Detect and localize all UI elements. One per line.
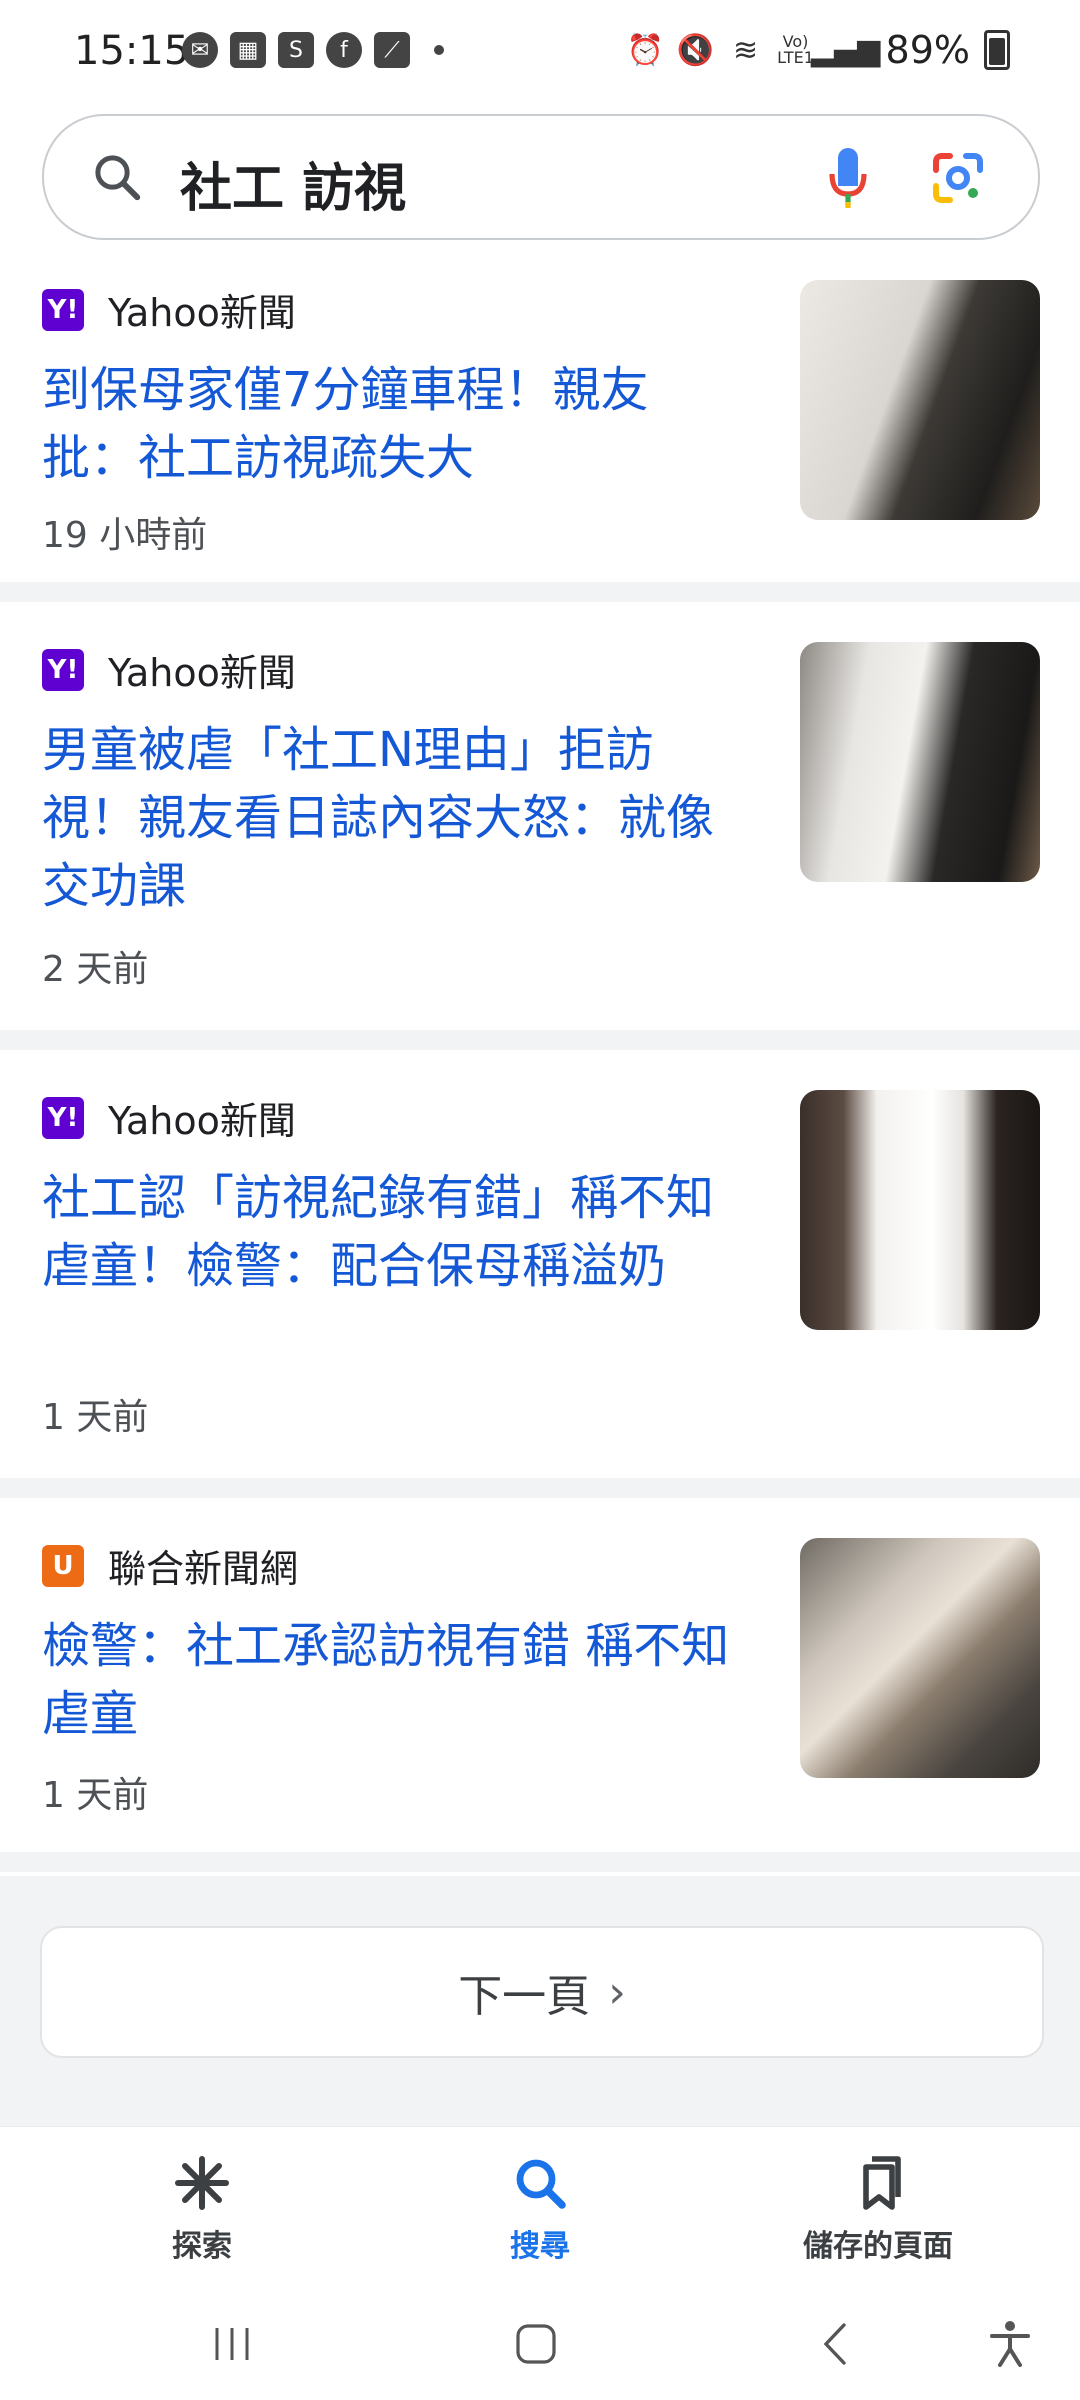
result-title-link[interactable]: 檢警：社工承認訪視有錯 稱不知虐童 [42,1612,742,1748]
messenger-icon: ✉ [182,32,218,68]
result-time: 19 小時前 [42,515,208,556]
result-card[interactable]: Y! Yahoo新聞 到保母家僅7分鐘車程！親友批：社工訪視疏失大 19 小時前 [0,256,1080,602]
nav-item-saved[interactable]: 儲存的頁面 [728,2153,1028,2265]
system-icons: ⏰ 🔇 ≋ Vo) LTE1 ▂▄▆ 89% [626,28,1010,72]
wifi-icon: ≋ [732,32,759,68]
yahoo-logo-icon: Y! [42,288,84,331]
results-list: Y! Yahoo新聞 到保母家僅7分鐘車程！親友批：社工訪視疏失大 19 小時前… [0,256,1080,1872]
search-bar-area: 社工 訪視 [0,104,1080,257]
result-title-link[interactable]: 到保母家僅7分鐘車程！親友批：社工訪視疏失大 [42,356,742,492]
chart-icon: ⟋ [374,32,410,68]
result-thumbnail[interactable] [800,280,1040,520]
nav-item-discover[interactable]: 探索 [52,2153,352,2265]
next-page-label: 下一頁 [458,1971,591,2022]
volte-icon: Vo) LTE1 [777,32,814,67]
result-card[interactable]: Y! Yahoo新聞 男童被虐「社工N理由」拒訪視！親友看日誌內容大怒：就像交功… [0,602,1080,1050]
udn-logo-icon: U [42,1544,84,1587]
pagination-area: 下一頁 › [0,1876,1080,2126]
result-thumbnail[interactable] [800,642,1040,882]
source-name: Yahoo新聞 [108,291,296,335]
result-source: Y! Yahoo新聞 [42,1090,296,1145]
result-card[interactable]: U 聯合新聞網 檢警：社工承認訪視有錯 稱不知虐童 1 天前 [0,1498,1080,1872]
bottom-navigation: 探索 搜尋 儲存的頁面 [0,2126,1080,2287]
notification-icons: ✉ ▦ S f ⟋ [182,32,444,68]
search-icon [516,2159,566,2209]
battery-icon [984,30,1010,70]
bookmark-icon [863,2156,901,2210]
google-lens-icon[interactable] [930,150,986,206]
result-source: Y! Yahoo新聞 [42,282,296,337]
result-source: Y! Yahoo新聞 [42,642,296,697]
alarm-icon: ⏰ [626,32,665,68]
search-icon[interactable] [90,150,144,204]
source-name: 聯合新聞網 [108,1547,299,1591]
next-page-button[interactable]: 下一頁 › [40,1926,1044,2058]
signal-icon: ▂▄▆ [810,32,881,68]
result-thumbnail[interactable] [800,1538,1040,1778]
battery-percent: 89% [885,28,970,72]
result-title-link[interactable]: 社工認「訪視紀錄有錯」稱不知虐童！檢警：配合保母稱溢奶 [42,1164,742,1300]
status-bar: 15:15 ✉ ▦ S f ⟋ ⏰ 🔇 ≋ Vo) LTE1 ▂▄▆ 89% [0,0,1080,104]
source-name: Yahoo新聞 [108,1099,296,1143]
app-icon: ▦ [230,32,266,68]
status-time: 15:15 [74,28,190,74]
result-time: 1 天前 [42,1397,149,1438]
chevron-right-icon: › [608,1966,626,2018]
source-name: Yahoo新聞 [108,651,296,695]
more-notifications-dot [434,45,444,55]
result-source: U 聯合新聞網 [42,1538,298,1593]
result-time: 2 天前 [42,949,149,990]
nav-label: 探索 [172,2229,232,2264]
system-navigation-bar [0,2286,1080,2400]
nav-label: 搜尋 [510,2229,570,2264]
back-icon[interactable] [806,2314,866,2374]
shop-icon: S [278,32,314,68]
asterisk-icon [175,2156,229,2210]
result-title-link[interactable]: 男童被虐「社工N理由」拒訪視！親友看日誌內容大怒：就像交功課 [42,716,742,920]
mute-icon: 🔇 [676,32,715,68]
nav-label: 儲存的頁面 [803,2229,953,2264]
result-thumbnail[interactable] [800,1090,1040,1330]
search-input[interactable]: 社工 訪視 [42,114,1040,240]
home-icon[interactable] [506,2314,566,2374]
nav-item-search[interactable]: 搜尋 [390,2153,690,2265]
yahoo-logo-icon: Y! [42,648,84,691]
result-card[interactable]: Y! Yahoo新聞 社工認「訪視紀錄有錯」稱不知虐童！檢警：配合保母稱溢奶 1… [0,1050,1080,1498]
result-time: 1 天前 [42,1775,149,1816]
mic-icon[interactable] [828,146,868,210]
accessibility-icon[interactable] [980,2314,1040,2374]
recent-apps-icon[interactable] [202,2314,262,2374]
facebook-icon: f [326,32,362,68]
search-query[interactable]: 社工 訪視 [180,146,406,221]
yahoo-logo-icon: Y! [42,1096,84,1139]
